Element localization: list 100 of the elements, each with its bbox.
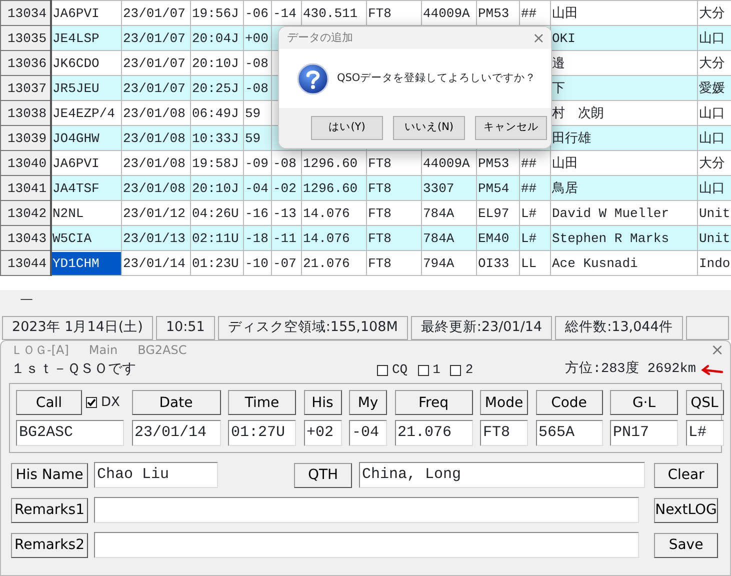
field-label-button[interactable]: QTH — [294, 462, 352, 488]
input-field[interactable]: 21.076 — [394, 420, 472, 446]
field-label-button[interactable]: Remarks2 — [11, 532, 88, 558]
table-cell: 23/01/08 — [122, 126, 190, 150]
input-field[interactable]: BG2ASC — [16, 420, 124, 446]
table-cell: 23/01/14 — [122, 250, 190, 276]
table-cell[interactable]: JA6PVI — [52, 2, 120, 24]
row-number-button[interactable]: 13036 — [0, 50, 50, 76]
status-message: １ｓｔ－ＱＳＯです — [11, 360, 137, 380]
field-label-button[interactable]: Freq — [394, 390, 472, 415]
dialog-button[interactable]: キャンセル — [475, 116, 547, 140]
checkbox-label: DX — [101, 394, 120, 412]
row-number-button[interactable]: 13035 — [0, 26, 50, 50]
row-number-button[interactable]: 13044 — [0, 250, 50, 276]
input-field[interactable]: China, Long — [359, 462, 645, 488]
field-label-button[interactable]: QSL — [686, 390, 724, 415]
checkbox[interactable] — [377, 364, 388, 376]
field-label-button[interactable]: G·L — [610, 390, 678, 415]
status-field: ディスク空領域:155,108M — [218, 316, 408, 340]
field-label-button[interactable]: Code — [536, 390, 602, 415]
table-cell[interactable]: W5CIA — [52, 226, 120, 250]
checkbox[interactable] — [450, 364, 462, 376]
table-cell: 山口 — [698, 126, 731, 150]
row-number-button[interactable]: 13040 — [0, 150, 50, 176]
action-button[interactable]: NextLOG — [654, 498, 718, 522]
row-number-button[interactable]: 13041 — [0, 176, 50, 200]
table-cell: Unit — [698, 226, 731, 250]
table-cell[interactable]: JA4TSF — [52, 176, 120, 200]
table-cell: 田行雄 — [550, 126, 698, 150]
dialog-button[interactable]: はい(Y) — [311, 116, 383, 140]
input-field[interactable]: L# — [686, 420, 724, 446]
row-number-button[interactable]: 13034 — [0, 0, 50, 26]
table-cell[interactable]: JE4LSP — [52, 26, 120, 50]
input-field[interactable]: FT8 — [480, 420, 528, 446]
table-cell: OKI — [550, 26, 698, 50]
action-button[interactable]: Save — [654, 532, 718, 558]
table-cell: 山田 — [550, 0, 698, 26]
input-field[interactable]: PN17 — [610, 420, 678, 446]
table-cell[interactable]: JO4GHW — [52, 126, 120, 150]
table-cell: PM54 — [476, 176, 520, 200]
field-label-button[interactable]: Call — [16, 390, 82, 415]
checkbox-label: CQ — [392, 361, 408, 380]
table-cell: 下 — [550, 76, 698, 100]
checkbox[interactable] — [418, 364, 429, 376]
table-cell: LL — [520, 250, 550, 276]
input-field[interactable]: 565A — [536, 420, 602, 446]
window-title: ＬＯＧ-[A] — [11, 342, 69, 359]
field-label-button[interactable]: Remarks1 — [11, 498, 88, 522]
table-cell[interactable]: JA6PVI — [52, 152, 120, 174]
field-label-button[interactable]: Mode — [480, 390, 528, 415]
input-field[interactable]: +02 — [304, 420, 342, 446]
table-cell: FT8 — [366, 176, 422, 200]
action-button[interactable]: Clear — [654, 462, 718, 488]
checkbox[interactable] — [86, 397, 97, 408]
row-number-button[interactable]: 13043 — [0, 226, 50, 250]
table-cell: -11 — [272, 226, 302, 250]
input-field[interactable]: 23/01/14 — [132, 420, 220, 446]
table-cell[interactable]: N2NL — [52, 202, 120, 224]
table-cell: Ace Kusnadi — [550, 250, 698, 276]
table-cell: 20:04J — [190, 26, 244, 50]
table-cell[interactable]: JR5JEU — [52, 76, 120, 100]
input-field[interactable]: -04 — [349, 420, 387, 446]
table-cell[interactable]: JE4EZP/4 — [52, 102, 120, 124]
dialog-button[interactable]: いいえ(N) — [393, 116, 465, 140]
input-field[interactable] — [94, 532, 639, 558]
row-number-button[interactable]: 13038 — [0, 100, 50, 126]
table-cell: 山口 — [698, 26, 731, 50]
checkbox-label: 1 — [432, 361, 440, 380]
table-cell: 23/01/07 — [122, 76, 190, 100]
field-label-button[interactable]: Time — [228, 390, 296, 415]
table-cell: -02 — [272, 176, 302, 200]
row-number-button[interactable]: 13042 — [0, 200, 50, 226]
table-cell: 14.076 — [302, 226, 366, 250]
table-cell: 21.076 — [302, 250, 366, 276]
status-field: 総件数:13,044件 — [555, 316, 683, 340]
window-subtitle: Main — [88, 342, 118, 359]
table-cell: Stephen R Marks — [550, 226, 698, 250]
arrow-icon — [700, 364, 724, 376]
table-cell: 20:25J — [190, 76, 244, 100]
table-cell: 01:23U — [190, 250, 244, 276]
close-button[interactable]: × — [710, 338, 724, 362]
table-cell: 59 — [244, 126, 272, 150]
row-number-button[interactable]: 13037 — [0, 76, 50, 100]
splitter-handle[interactable]: — — [20, 292, 33, 307]
table-cell: FT8 — [366, 250, 422, 276]
table-cell[interactable]: JK6CDO — [52, 52, 120, 74]
table-cell: FT8 — [366, 226, 422, 250]
field-label-button[interactable]: Date — [132, 390, 220, 415]
table-cell: 1296.60 — [302, 176, 366, 200]
input-field[interactable]: Chao Liu — [94, 462, 218, 488]
input-field[interactable]: 01:27U — [228, 420, 296, 446]
table-cell: 山口 — [698, 176, 731, 200]
field-label-button[interactable]: My — [349, 390, 387, 415]
table-cell[interactable]: YD1CHM — [52, 252, 120, 274]
table-cell: 愛媛 — [698, 76, 731, 100]
field-label-button[interactable]: His — [304, 390, 342, 415]
field-label-button[interactable]: His Name — [11, 462, 88, 488]
row-number-button[interactable]: 13039 — [0, 126, 50, 150]
table-cell: 鳥居 — [550, 176, 698, 200]
input-field[interactable] — [94, 497, 639, 523]
